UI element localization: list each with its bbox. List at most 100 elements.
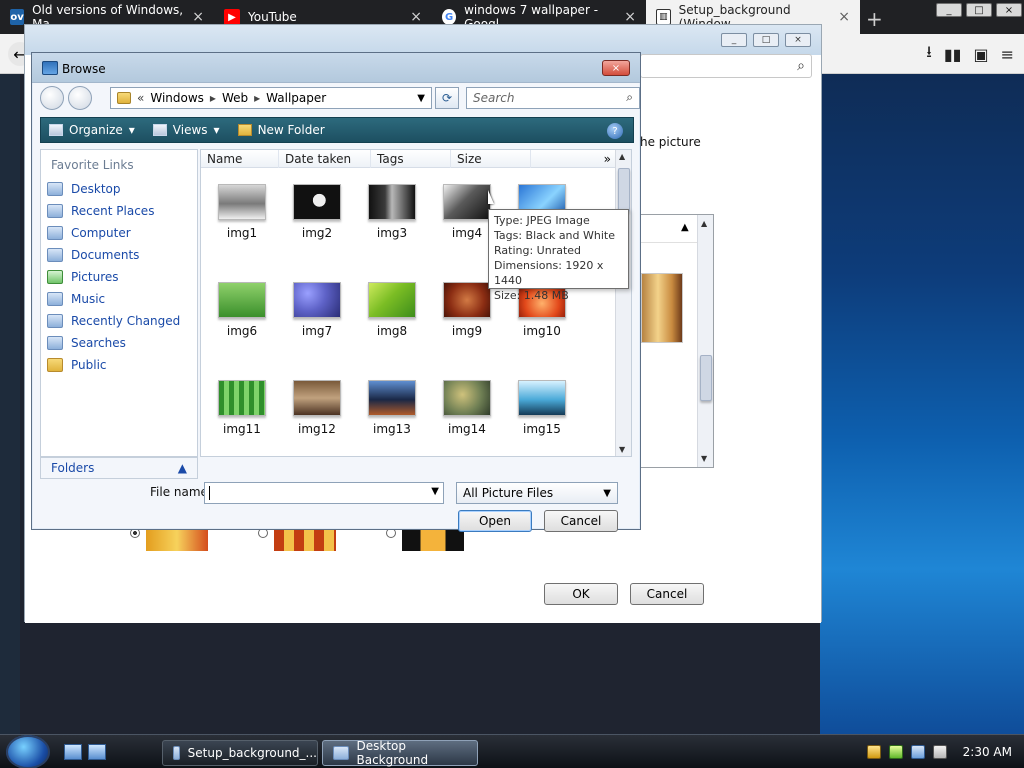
file-thumbnail[interactable]: img14 bbox=[436, 380, 511, 465]
file-thumbnail[interactable]: img11 bbox=[211, 380, 286, 465]
nav-item-public[interactable]: Public bbox=[47, 356, 107, 374]
ok-button[interactable]: OK bbox=[544, 583, 618, 605]
file-image bbox=[368, 184, 416, 220]
help-icon[interactable]: ? bbox=[607, 123, 623, 139]
close-tab-icon[interactable]: × bbox=[624, 9, 636, 25]
file-thumbnail[interactable]: img8 bbox=[361, 282, 436, 367]
file-thumbnail[interactable]: img2 bbox=[286, 184, 361, 269]
download-icon[interactable]: ⭳ bbox=[926, 41, 932, 68]
file-thumbnail[interactable]: img12 bbox=[286, 380, 361, 465]
network-icon[interactable] bbox=[910, 745, 925, 759]
nav-item-label: Recent Places bbox=[71, 204, 155, 218]
app-icon bbox=[333, 746, 349, 760]
dialog-cancel-button[interactable]: Cancel bbox=[544, 510, 618, 532]
scroll-up-icon[interactable]: ▲ bbox=[701, 219, 707, 228]
breadcrumb-wallpaper[interactable]: Wallpaper bbox=[266, 91, 326, 105]
file-name-input[interactable]: ▼ bbox=[204, 482, 444, 504]
refresh-button[interactable]: ⟳ bbox=[435, 87, 459, 109]
nav-item-music[interactable]: Music bbox=[47, 290, 105, 308]
desktop-icon bbox=[47, 182, 63, 196]
file-name: img6 bbox=[226, 324, 258, 338]
taskbar-item-desktop-background[interactable]: Desktop Background bbox=[322, 739, 478, 767]
column-tags[interactable]: Tags bbox=[371, 149, 451, 168]
library-icon[interactable]: ▮▮ bbox=[944, 45, 962, 64]
file-name: img15 bbox=[523, 422, 561, 436]
recently-changed-icon bbox=[47, 314, 63, 328]
scroll-down-icon[interactable]: ▼ bbox=[701, 454, 707, 463]
new-folder-button[interactable]: New Folder bbox=[237, 123, 325, 137]
volume-icon[interactable] bbox=[932, 745, 947, 759]
file-name: img11 bbox=[223, 422, 261, 436]
clock[interactable]: 2:30 AM bbox=[963, 745, 1012, 759]
views-button[interactable]: Views ▾ bbox=[152, 123, 220, 137]
cancel-button[interactable]: Cancel bbox=[630, 583, 704, 605]
file-type-select[interactable]: All Picture Files ▼ bbox=[456, 482, 618, 504]
webpage-close-button[interactable]: × bbox=[785, 33, 811, 47]
file-type-value: All Picture Files bbox=[463, 486, 554, 500]
nav-item-searches[interactable]: Searches bbox=[47, 334, 126, 352]
scroll-thumb[interactable] bbox=[618, 168, 630, 212]
file-thumbnail[interactable]: img3 bbox=[361, 184, 436, 269]
nav-item-computer[interactable]: Computer bbox=[47, 224, 131, 242]
chevron-down-icon[interactable]: ▼ bbox=[417, 93, 425, 104]
nav-item-documents[interactable]: Documents bbox=[47, 246, 139, 264]
scroll-down-icon[interactable]: ▼ bbox=[619, 445, 625, 454]
file-image bbox=[368, 282, 416, 318]
dialog-icon bbox=[42, 61, 58, 75]
dialog-close-button[interactable]: × bbox=[602, 60, 630, 76]
organize-button[interactable]: Organize ▾ bbox=[49, 123, 135, 137]
file-name-label: File name: bbox=[150, 485, 212, 499]
address-bar[interactable]: ⌕ bbox=[640, 54, 812, 78]
chevron-down-icon[interactable]: ▼ bbox=[431, 486, 439, 497]
forward-button[interactable] bbox=[68, 86, 92, 110]
nav-item-recently-changed[interactable]: Recently Changed bbox=[47, 312, 180, 330]
restore-button[interactable]: □ bbox=[966, 3, 992, 17]
scroll-up-icon[interactable]: ▲ bbox=[619, 152, 625, 161]
nav-item-desktop[interactable]: Desktop bbox=[47, 180, 121, 198]
nav-item-label: Desktop bbox=[71, 182, 121, 196]
file-thumbnail[interactable]: img13 bbox=[361, 380, 436, 465]
nav-item-label: Music bbox=[71, 292, 106, 306]
sidebar-icon[interactable]: ▣ bbox=[973, 45, 988, 64]
file-image bbox=[443, 184, 491, 220]
breadcrumb-windows[interactable]: Windows bbox=[150, 91, 204, 105]
column-size[interactable]: Size bbox=[451, 149, 531, 168]
close-button[interactable]: × bbox=[996, 3, 1022, 17]
favorite-links-header: Favorite Links bbox=[51, 158, 134, 172]
minimize-button[interactable]: _ bbox=[936, 3, 962, 17]
open-button[interactable]: Open bbox=[458, 510, 532, 532]
switch-windows-icon[interactable] bbox=[88, 744, 106, 760]
back-button[interactable] bbox=[40, 86, 64, 110]
webpage-restore-button[interactable]: □ bbox=[753, 33, 779, 47]
breadcrumb-web[interactable]: Web bbox=[222, 91, 248, 105]
nav-item-recent-places[interactable]: Recent Places bbox=[47, 202, 154, 220]
chevron-down-icon: ▾ bbox=[128, 123, 135, 137]
start-button[interactable] bbox=[6, 735, 50, 768]
file-thumbnail[interactable]: img7 bbox=[286, 282, 361, 367]
close-tab-icon[interactable]: × bbox=[192, 9, 204, 25]
close-tab-icon[interactable]: × bbox=[410, 9, 422, 25]
preview-scrollbar[interactable]: ▲ ▼ bbox=[697, 215, 713, 467]
update-icon[interactable] bbox=[888, 745, 903, 759]
scroll-thumb[interactable] bbox=[700, 355, 712, 401]
search-input[interactable]: Search ⌕ bbox=[466, 87, 640, 109]
file-list-scrollbar[interactable]: ▲ ▼ bbox=[615, 150, 631, 456]
security-icon[interactable] bbox=[866, 745, 881, 759]
taskbar-item-setup-background[interactable]: Setup_background_... bbox=[162, 740, 318, 766]
webpage-minimize-button[interactable]: _ bbox=[721, 33, 747, 47]
menu-icon[interactable]: ≡ bbox=[1001, 45, 1014, 64]
chevron-down-icon: ▼ bbox=[603, 487, 611, 499]
new-tab-button[interactable]: + bbox=[866, 7, 883, 31]
close-tab-icon[interactable]: × bbox=[838, 9, 850, 25]
organize-icon bbox=[49, 124, 63, 136]
address-bar[interactable]: « Windows ▸ Web ▸ Wallpaper ▼ bbox=[110, 87, 432, 109]
file-thumbnail[interactable]: img6 bbox=[211, 282, 286, 367]
column-name[interactable]: Name bbox=[201, 149, 279, 168]
show-desktop-icon[interactable] bbox=[64, 744, 82, 760]
file-thumbnail[interactable]: img15 bbox=[511, 380, 586, 465]
file-thumbnail[interactable]: img1 bbox=[211, 184, 286, 269]
nav-item-pictures[interactable]: Pictures bbox=[47, 268, 119, 286]
column-date-taken[interactable]: Date taken bbox=[279, 149, 371, 168]
folders-toggle[interactable]: Folders ▲ bbox=[40, 457, 198, 479]
chevron-up-icon[interactable]: ▲ bbox=[681, 222, 689, 233]
